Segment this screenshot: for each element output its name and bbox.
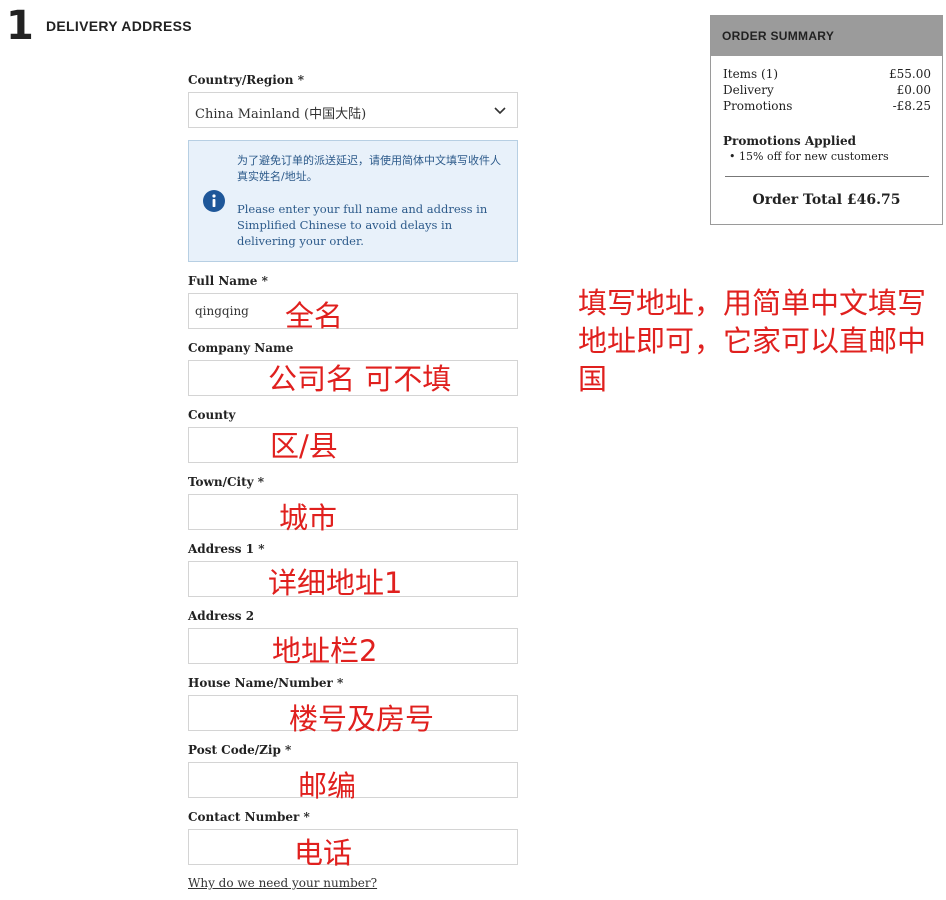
annotation-company: 公司名 可不填 bbox=[268, 362, 452, 396]
annotation-full-name: 全名 bbox=[285, 299, 344, 333]
country-label: Country/Region * bbox=[188, 73, 304, 87]
postcode-label: Post Code/Zip * bbox=[188, 743, 292, 757]
summary-divider bbox=[725, 176, 929, 177]
order-summary-title: ORDER SUMMARY bbox=[722, 29, 835, 43]
company-name-label: Company Name bbox=[188, 341, 294, 355]
summary-row-value: £55.00 bbox=[889, 67, 931, 81]
annotation-side-note: 填写地址，用简单中文填写地址即可，它家可以直邮中国 bbox=[578, 286, 927, 396]
summary-row-value: £0.00 bbox=[896, 83, 931, 97]
chevron-down-icon bbox=[494, 107, 506, 115]
summary-row-promotions: Promotions -£8.25 bbox=[723, 99, 931, 113]
full-name-label: Full Name * bbox=[188, 274, 268, 288]
summary-row-delivery: Delivery £0.00 bbox=[723, 83, 931, 97]
annotation-address2: 地址栏2 bbox=[272, 634, 378, 668]
promotion-item: • 15% off for new customers bbox=[729, 150, 889, 163]
summary-row-label: Items (1) bbox=[723, 67, 779, 81]
annotation-contact: 电话 bbox=[294, 836, 353, 870]
section-title: DELIVERY ADDRESS bbox=[46, 18, 192, 34]
annotation-address1: 详细地址1 bbox=[268, 566, 403, 600]
county-input[interactable] bbox=[188, 427, 518, 463]
annotation-town: 城市 bbox=[279, 501, 338, 535]
address1-label: Address 1 * bbox=[188, 542, 265, 556]
order-total: Order Total £46.75 bbox=[752, 192, 901, 208]
promotion-item-text: 15% off for new customers bbox=[739, 150, 889, 163]
summary-row-label: Promotions bbox=[723, 99, 793, 113]
contact-number-input[interactable] bbox=[188, 829, 518, 865]
country-select-value: China Mainland (中国大陆) bbox=[195, 107, 367, 122]
town-city-input[interactable] bbox=[188, 494, 518, 530]
info-icon bbox=[203, 190, 225, 212]
summary-row-items: Items (1) £55.00 bbox=[723, 67, 931, 81]
house-number-label: House Name/Number * bbox=[188, 676, 344, 690]
contact-number-label: Contact Number * bbox=[188, 810, 310, 824]
address2-label: Address 2 bbox=[188, 609, 255, 623]
full-name-input[interactable] bbox=[188, 293, 518, 329]
order-summary: ORDER SUMMARY Items (1) £55.00 Delivery … bbox=[710, 15, 943, 225]
info-notice: 为了避免订单的派送延迟，请使用简体中文填写收件人真实姓名/地址。 Please … bbox=[188, 140, 518, 262]
county-label: County bbox=[188, 408, 236, 422]
annotation-house: 楼号及房号 bbox=[289, 702, 435, 736]
annotation-postcode: 邮编 bbox=[298, 769, 357, 803]
summary-row-label: Delivery bbox=[723, 83, 774, 97]
why-number-link[interactable]: Why do we need your number? bbox=[188, 876, 377, 890]
summary-row-value: -£8.25 bbox=[892, 99, 931, 113]
step-number: 1 bbox=[6, 3, 34, 49]
promotions-applied-title: Promotions Applied bbox=[723, 134, 857, 148]
country-select[interactable]: China Mainland (中国大陆) bbox=[188, 92, 518, 128]
order-summary-header: ORDER SUMMARY bbox=[711, 16, 942, 56]
town-city-label: Town/City * bbox=[188, 475, 265, 489]
notice-chinese-text: 为了避免订单的派送延迟，请使用简体中文填写收件人真实姓名/地址。 bbox=[237, 154, 501, 183]
annotation-county: 区/县 bbox=[270, 429, 338, 463]
notice-english-text: Please enter your full name and address … bbox=[237, 202, 488, 248]
